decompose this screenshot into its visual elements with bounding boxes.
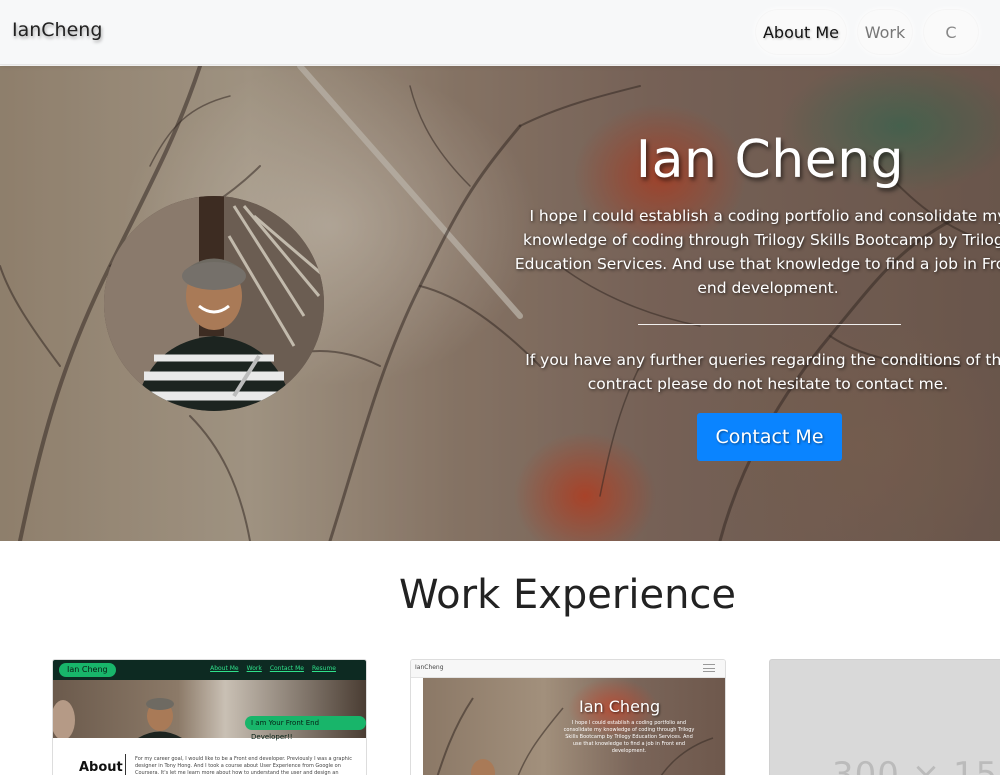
card-preview-link: Contact Me xyxy=(269,665,304,672)
hero-divider xyxy=(638,324,901,325)
card-preview-navbar: IanCheng xyxy=(411,660,725,678)
hero-intro-text: I hope I could establish a coding portfo… xyxy=(514,207,1000,297)
card-preview-links: About Me Work Contact Me Resume xyxy=(210,665,336,672)
card-preview-link: Work xyxy=(246,665,262,672)
card-preview-divider xyxy=(125,754,126,775)
card-preview-text: For my career goal, I would like to be a… xyxy=(135,756,352,775)
card-preview-badge: I am Your Front End Developer!! xyxy=(245,716,366,741)
hamburger-menu-icon xyxy=(703,664,715,672)
card-preview-heading: About xyxy=(79,760,123,775)
hero-name: Ian Cheng xyxy=(635,130,905,190)
hero-contact-text: If you have any further queries regardin… xyxy=(525,351,1000,393)
nav-links: About Me Work C xyxy=(755,9,979,55)
work-card-placeholder[interactable]: 300 × 15 xyxy=(769,659,1000,775)
nav-work[interactable]: Work xyxy=(857,9,913,55)
card-preview-link: Resume xyxy=(311,665,336,672)
card-preview-link: About Me xyxy=(210,665,239,672)
card-preview-title: Ian Cheng xyxy=(579,697,661,716)
card-preview-text: I hope I could establish a coding portfo… xyxy=(563,720,695,754)
profile-avatar xyxy=(104,196,324,411)
brand-logo[interactable]: IanCheng xyxy=(12,19,102,41)
hero-section: Ian Cheng I hope I could establish a cod… xyxy=(0,66,1000,541)
contact-me-button[interactable]: Contact Me xyxy=(697,413,842,461)
nav-contact[interactable]: C xyxy=(923,9,979,55)
nav-about-me[interactable]: About Me xyxy=(755,9,847,55)
navbar: IanCheng About Me Work C xyxy=(0,0,1000,65)
work-card[interactable]: Ian Cheng About Me Work Contact Me Resum… xyxy=(52,659,367,775)
card-preview-brand: IanCheng xyxy=(415,664,444,671)
work-card[interactable]: IanCheng Ian Cheng I hope I could establ… xyxy=(410,659,726,775)
card-preview-brand: Ian Cheng xyxy=(59,663,116,677)
work-section-title: Work Experience xyxy=(398,572,737,618)
card-preview-navbar: Ian Cheng About Me Work Contact Me Resum… xyxy=(53,660,366,680)
placeholder-text: 300 × 15 xyxy=(832,755,999,775)
